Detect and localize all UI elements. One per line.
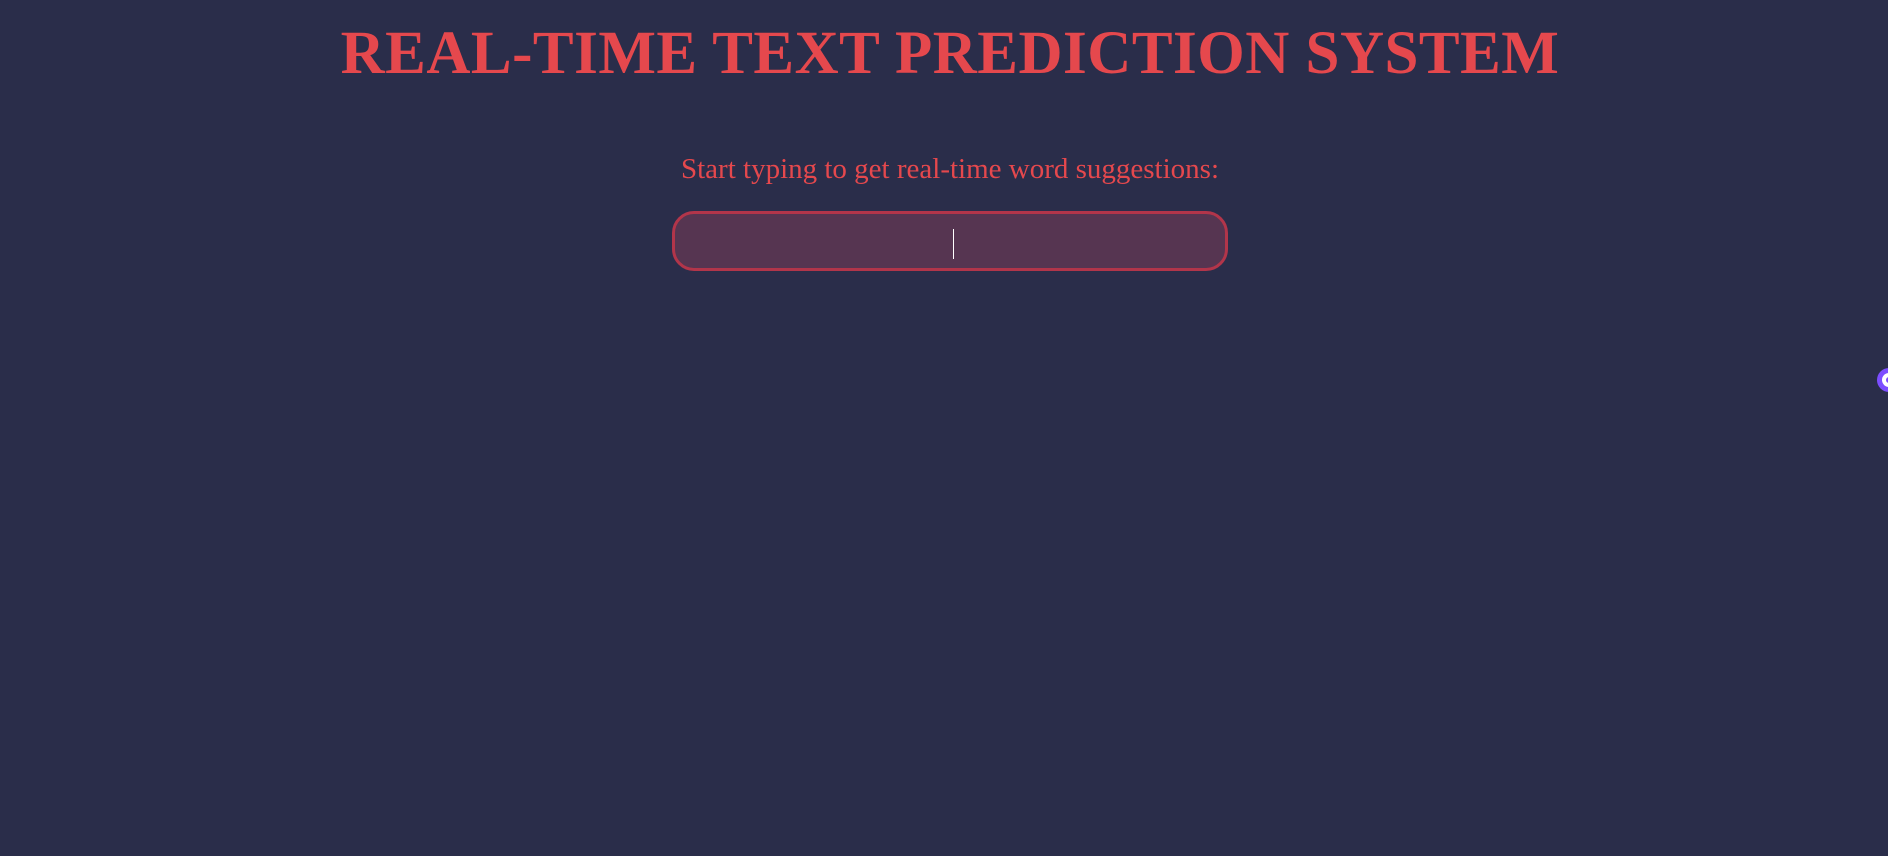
page: REAL-TIME TEXT PREDICTION SYSTEM Start t…	[0, 0, 1888, 856]
assistant-icon[interactable]	[1877, 368, 1888, 392]
page-title: REAL-TIME TEXT PREDICTION SYSTEM	[340, 20, 1560, 87]
input-prompt-label: Start typing to get real-time word sugge…	[680, 153, 1220, 185]
text-input-container[interactable]	[672, 211, 1228, 271]
text-prediction-input[interactable]	[675, 214, 1225, 268]
assistant-icon-inner	[1882, 373, 1888, 387]
text-cursor	[953, 229, 954, 259]
